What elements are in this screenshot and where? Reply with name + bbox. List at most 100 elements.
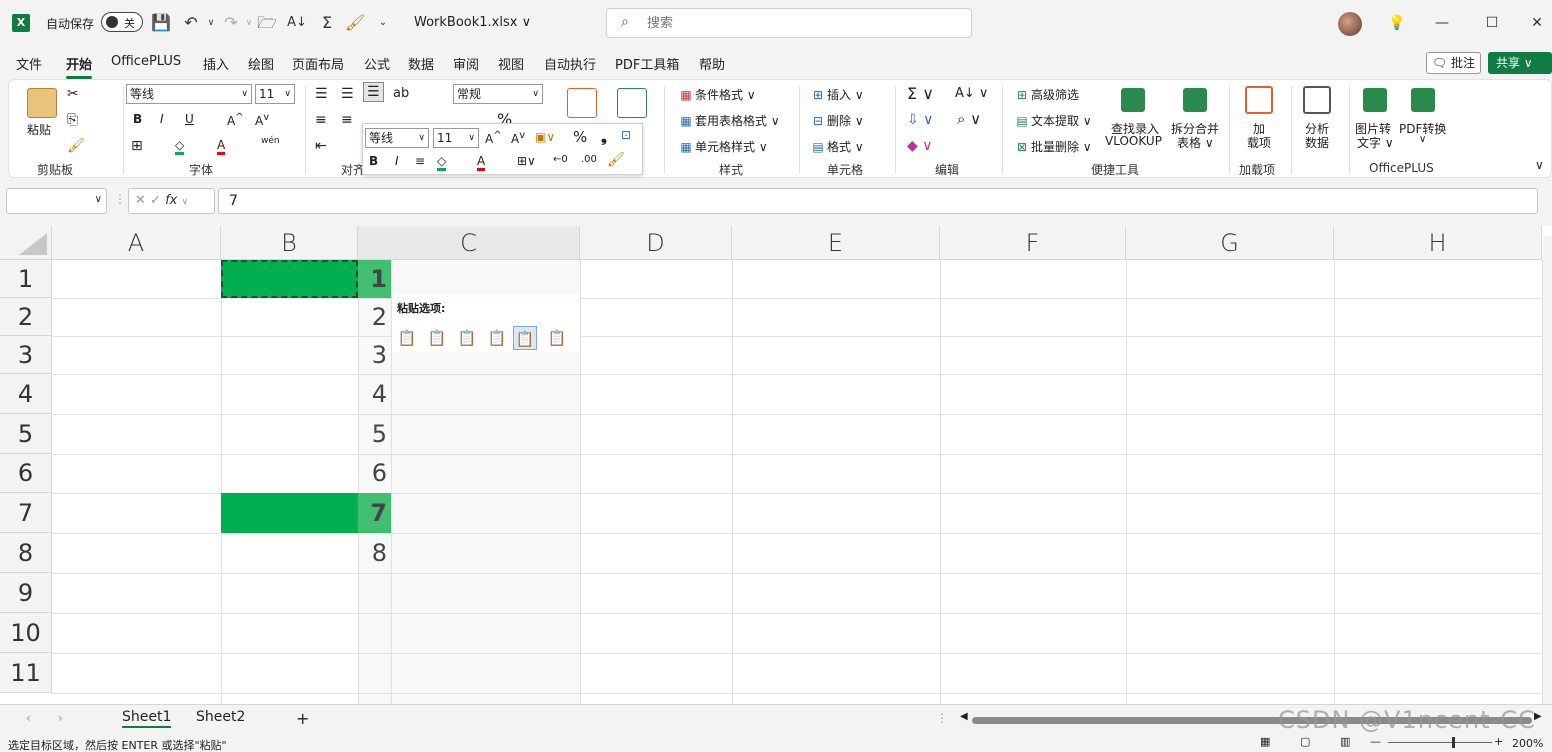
- confirm-icon[interactable]: ✓: [150, 193, 161, 208]
- row-header[interactable]: 10: [0, 613, 52, 653]
- copied-cell-b1[interactable]: [221, 260, 358, 298]
- zoom-out-icon[interactable]: —: [1370, 735, 1381, 748]
- mini-font-color-icon[interactable]: A: [477, 154, 486, 171]
- analyze-label-2[interactable]: 数据: [1305, 134, 1329, 151]
- save-icon[interactable]: 💾: [150, 12, 172, 34]
- mini-border-icon[interactable]: ⊞∨: [517, 154, 536, 168]
- accounting-format-icon[interactable]: ▣∨: [535, 130, 555, 144]
- bold-button[interactable]: B: [133, 112, 142, 126]
- tab-draw[interactable]: 绘图: [248, 54, 274, 73]
- mini-format-painter-icon[interactable]: 🖌: [607, 152, 625, 168]
- fill-down-icon[interactable]: ⇩ ∨: [907, 112, 933, 128]
- tab-insert[interactable]: 插入: [203, 54, 229, 73]
- tab-automate[interactable]: 自动执行: [544, 54, 596, 73]
- scroll-left-icon[interactable]: ◀: [960, 711, 968, 722]
- add-sheet-icon[interactable]: +: [296, 709, 309, 728]
- analyze-data-icon[interactable]: [1303, 86, 1331, 114]
- cell-styles-button[interactable]: ▦ 单元格样式 ∨: [677, 138, 767, 155]
- formula-input[interactable]: 7: [218, 188, 1538, 214]
- split-merge-label-2[interactable]: 表格 ∨: [1177, 134, 1214, 151]
- text-extract-button[interactable]: ▤ 文本提取 ∨: [1013, 112, 1091, 129]
- mini-center-icon[interactable]: ≡: [415, 154, 425, 168]
- fill-color-icon[interactable]: ◇: [175, 138, 185, 155]
- search-box[interactable]: ⌕: [606, 8, 972, 38]
- tab-split-grip-icon[interactable]: ⋮: [936, 711, 948, 725]
- conditional-format-button[interactable]: ▦ 条件格式 ∨: [677, 86, 755, 103]
- paste-icon[interactable]: 📋: [395, 326, 419, 350]
- decrease-decimal-icon[interactable]: .00: [581, 154, 597, 165]
- autosum-icon[interactable]: Σ ∨: [907, 84, 934, 103]
- cell-c4[interactable]: 4: [358, 374, 391, 414]
- tab-page-layout[interactable]: 页面布局: [292, 54, 344, 73]
- image-to-text-label-2[interactable]: 文字 ∨: [1357, 134, 1394, 151]
- name-box[interactable]: ∨: [6, 188, 107, 214]
- column-header-e[interactable]: E: [732, 226, 940, 260]
- conditional-table-icon[interactable]: [567, 88, 597, 118]
- tab-view[interactable]: 视图: [498, 54, 524, 73]
- column-header-b[interactable]: B: [221, 226, 358, 260]
- image-to-text-icon[interactable]: [1363, 88, 1387, 112]
- decrease-font-icon[interactable]: Av: [255, 112, 269, 128]
- copy-icon[interactable]: ⎘: [67, 112, 78, 128]
- vertical-scrollbar[interactable]: [1543, 236, 1552, 704]
- column-header-h[interactable]: H: [1334, 226, 1542, 260]
- autosave-toggle[interactable]: 关: [101, 12, 143, 32]
- mini-font-combo[interactable]: 等线 ∨: [365, 128, 429, 148]
- cell-c7[interactable]: 7: [358, 493, 391, 533]
- row-header[interactable]: 2: [0, 298, 52, 336]
- percent-style-icon[interactable]: %: [573, 128, 587, 146]
- zoom-in-icon[interactable]: +: [1494, 735, 1503, 748]
- row-header[interactable]: 7: [0, 493, 52, 533]
- customize-qat-icon[interactable]: ⌄: [372, 12, 394, 34]
- cell-c1[interactable]: 1: [358, 260, 391, 298]
- undo-dropdown-icon[interactable]: ∨: [200, 12, 222, 34]
- phonetic-icon[interactable]: wén: [261, 136, 280, 146]
- paste-icon[interactable]: [27, 88, 57, 118]
- tab-help[interactable]: 帮助: [699, 54, 725, 73]
- cell-c2[interactable]: 2: [358, 298, 391, 336]
- maximize-button[interactable]: ☐: [1480, 12, 1504, 34]
- document-title[interactable]: WorkBook1.xlsx ∨: [414, 15, 531, 30]
- align-center-icon[interactable]: ≡: [341, 112, 353, 128]
- tab-file[interactable]: 文件: [16, 54, 42, 73]
- minimize-button[interactable]: —: [1430, 12, 1454, 34]
- addins-icon[interactable]: [1245, 86, 1273, 114]
- font-color-icon[interactable]: A: [217, 138, 226, 155]
- increase-decimal-icon[interactable]: ←0: [553, 154, 568, 165]
- find-icon[interactable]: ⌕ ∨: [957, 110, 981, 128]
- tab-review[interactable]: 审阅: [453, 54, 479, 73]
- table-format-icon[interactable]: [617, 88, 647, 118]
- wrap-text-icon[interactable]: ab: [393, 86, 409, 101]
- zoom-level[interactable]: 200%: [1512, 737, 1543, 750]
- merge-center-icon[interactable]: ⊡: [621, 128, 631, 142]
- border-icon[interactable]: ⊞: [131, 138, 143, 154]
- align-top-icon[interactable]: ☰: [315, 86, 328, 102]
- lightbulb-icon[interactable]: 💡: [1385, 12, 1409, 34]
- format-painter-icon[interactable]: 🖌: [67, 138, 85, 154]
- share-button[interactable]: 共享 ∨: [1488, 52, 1552, 74]
- paste-formulas-icon[interactable]: 📋: [455, 326, 479, 350]
- cut-icon[interactable]: ✂: [67, 86, 79, 102]
- cell-c5[interactable]: 5: [358, 414, 391, 454]
- select-all-corner[interactable]: [0, 226, 52, 260]
- paste-transpose-icon[interactable]: 📋: [485, 326, 509, 350]
- row-header[interactable]: 5: [0, 414, 52, 454]
- pdf-convert-icon[interactable]: [1411, 88, 1435, 112]
- row-header[interactable]: 4: [0, 374, 52, 414]
- search-input[interactable]: [647, 14, 947, 32]
- vlookup-label-2[interactable]: VLOOKUP: [1105, 134, 1162, 148]
- mini-size-combo[interactable]: 11 ∨: [433, 128, 479, 148]
- paste-link-icon[interactable]: 📋: [545, 326, 569, 350]
- increase-font-icon[interactable]: A^: [485, 130, 502, 146]
- column-header-a[interactable]: A: [52, 226, 221, 260]
- tab-formulas[interactable]: 公式: [364, 54, 390, 73]
- align-bottom-icon[interactable]: ☰: [363, 82, 384, 102]
- align-middle-icon[interactable]: ☰: [341, 86, 354, 102]
- prev-sheet-icon[interactable]: ‹: [26, 711, 31, 725]
- batch-delete-button[interactable]: ⊠ 批量删除 ∨: [1013, 138, 1092, 155]
- advanced-filter-button[interactable]: ⊞ 高级筛选: [1013, 86, 1079, 103]
- column-header-c[interactable]: C: [358, 226, 580, 260]
- row-header[interactable]: 9: [0, 573, 52, 613]
- paste-formatting-icon[interactable]: 📋: [513, 326, 537, 350]
- sort-icon[interactable]: A↓: [286, 12, 308, 34]
